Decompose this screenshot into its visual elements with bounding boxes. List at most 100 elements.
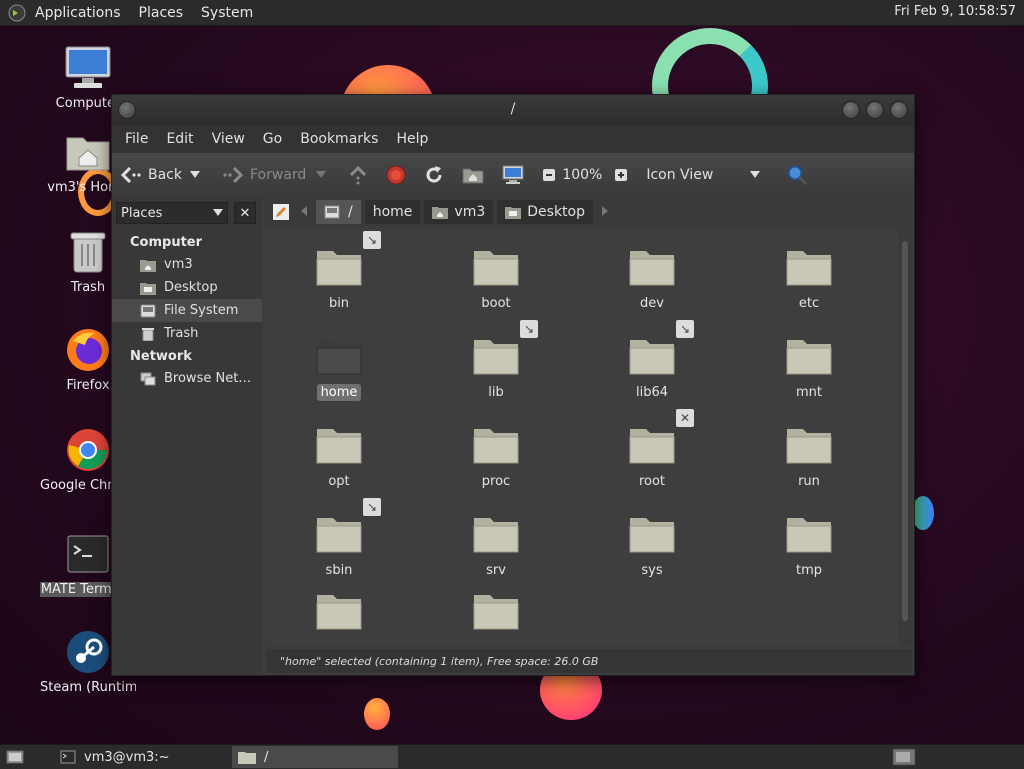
file-item[interactable] — [284, 591, 394, 645]
file-name: home — [316, 384, 362, 401]
file-item[interactable]: proc — [441, 425, 551, 490]
home-folder-icon — [140, 259, 156, 272]
sidebar-group-network: Network — [130, 349, 192, 364]
symlink-emblem-icon: ↘ — [520, 320, 538, 338]
sidebar-item-label: vm3 — [164, 257, 193, 272]
edit-location-button[interactable] — [270, 201, 292, 223]
folder-icon — [315, 591, 363, 631]
menu-file[interactable]: File — [116, 131, 157, 147]
breadcrumb-desktop[interactable]: Desktop — [497, 200, 594, 224]
close-icon: ✕ — [239, 205, 251, 221]
applications-menu[interactable]: Applications — [26, 5, 130, 21]
workspace-switcher[interactable] — [886, 746, 922, 768]
zoom-level: 100% — [562, 167, 603, 183]
sidebar-selector[interactable]: Places — [116, 202, 228, 224]
back-button[interactable]: Back — [120, 166, 182, 184]
search-button[interactable] — [786, 164, 814, 186]
home-button[interactable] — [462, 166, 490, 184]
sidebar-close-button[interactable]: ✕ — [234, 202, 256, 224]
zoom-out-button[interactable]: 100% — [542, 167, 602, 183]
sidebar-item-vm3[interactable]: vm3 — [112, 253, 262, 276]
no-access-emblem-icon: ✕ — [676, 409, 694, 427]
sidebar-item-label: Trash — [164, 326, 199, 341]
file-name: dev — [640, 296, 664, 311]
stop-icon — [386, 165, 406, 185]
sidebar-item-trash[interactable]: Trash — [112, 322, 262, 345]
file-item[interactable]: ✕ root — [597, 409, 707, 490]
forward-button[interactable]: Forward — [222, 166, 306, 184]
menu-edit[interactable]: Edit — [157, 131, 202, 147]
drive-icon — [140, 304, 156, 317]
chevron-down-icon — [190, 171, 200, 178]
file-item[interactable]: ↘ lib64 — [597, 320, 707, 401]
file-item[interactable]: ↘ bin — [284, 231, 394, 312]
file-item[interactable]: mnt — [754, 336, 864, 401]
system-menu[interactable]: System — [192, 5, 262, 21]
breadcrumb-home[interactable]: home — [364, 200, 421, 224]
menu-view[interactable]: View — [203, 131, 254, 147]
vertical-scrollbar[interactable] — [898, 229, 912, 645]
close-button[interactable] — [890, 101, 908, 119]
file-item[interactable]: ↘ sbin — [284, 498, 394, 579]
up-button[interactable] — [348, 165, 374, 185]
breadcrumb-scroll-right[interactable] — [601, 205, 609, 220]
view-mode-dropdown[interactable] — [750, 171, 766, 179]
chrome-icon — [67, 429, 109, 471]
firefox-icon — [67, 329, 109, 371]
breadcrumb-vm3[interactable]: vm3 — [424, 200, 494, 224]
back-history-dropdown[interactable] — [190, 171, 206, 179]
menu-go[interactable]: Go — [254, 131, 291, 147]
network-icon — [140, 372, 156, 385]
clock[interactable]: Fri Feb 9, 10:58:57 — [894, 4, 1016, 19]
zoom-in-button[interactable] — [614, 168, 634, 182]
folder-icon — [472, 514, 520, 554]
mate-logo-icon[interactable] — [8, 4, 26, 22]
file-name: boot — [481, 296, 511, 311]
show-desktop-button[interactable] — [0, 746, 30, 768]
symlink-emblem-icon: ↘ — [363, 498, 381, 516]
window-titlebar[interactable]: / — [112, 95, 914, 125]
maximize-button[interactable] — [866, 101, 884, 119]
sidebar-item-browse-network[interactable]: Browse Net… — [112, 367, 262, 390]
scrollbar-thumb[interactable] — [902, 241, 908, 621]
sidebar-item-desktop[interactable]: Desktop — [112, 276, 262, 299]
taskbar-item-terminal[interactable]: vm3@vm3:~ — [54, 746, 216, 768]
folder-icon: ✕ — [628, 409, 694, 465]
file-icon-view[interactable]: ↘ bin boot dev etc home ↘ lib ↘ lib64 mnt opt proc ✕ r… — [266, 229, 898, 645]
forward-history-dropdown[interactable] — [316, 171, 332, 179]
sidebar-item-file-system[interactable]: File System — [112, 299, 262, 322]
minimize-button[interactable] — [842, 101, 860, 119]
reload-button[interactable] — [424, 165, 450, 185]
file-item[interactable] — [441, 591, 551, 645]
file-item[interactable]: boot — [441, 247, 551, 312]
menu-bookmarks[interactable]: Bookmarks — [291, 131, 387, 147]
file-item[interactable]: home — [284, 336, 394, 401]
file-item[interactable]: srv — [441, 514, 551, 579]
file-item[interactable]: ↘ lib — [441, 320, 551, 401]
file-item[interactable]: tmp — [754, 514, 864, 579]
stop-button[interactable] — [386, 165, 412, 185]
taskbar-item-file-manager[interactable]: / — [232, 746, 398, 768]
places-menu[interactable]: Places — [130, 5, 193, 21]
breadcrumb-root[interactable]: / — [316, 200, 361, 224]
view-mode-select[interactable]: Icon View — [646, 167, 742, 183]
chevron-left-icon — [301, 205, 307, 216]
file-item[interactable]: opt — [284, 425, 394, 490]
file-item[interactable]: run — [754, 425, 864, 490]
status-bar: "home" selected (containing 1 item), Fre… — [266, 649, 912, 673]
location-bar: / home vm3 Desktop — [266, 197, 912, 227]
file-name: tmp — [795, 563, 822, 578]
show-desktop-icon — [6, 750, 24, 764]
home-icon — [462, 168, 484, 184]
computer-button[interactable] — [502, 165, 530, 185]
file-item[interactable]: sys — [597, 514, 707, 579]
folder-icon — [315, 336, 363, 376]
file-item[interactable]: dev — [597, 247, 707, 312]
drive-icon — [324, 205, 340, 219]
file-name: srv — [486, 563, 506, 578]
folder-icon — [785, 514, 833, 554]
file-item[interactable]: etc — [754, 247, 864, 312]
folder-icon — [785, 336, 833, 376]
breadcrumb-scroll-left[interactable] — [300, 205, 308, 220]
menu-help[interactable]: Help — [387, 131, 437, 147]
